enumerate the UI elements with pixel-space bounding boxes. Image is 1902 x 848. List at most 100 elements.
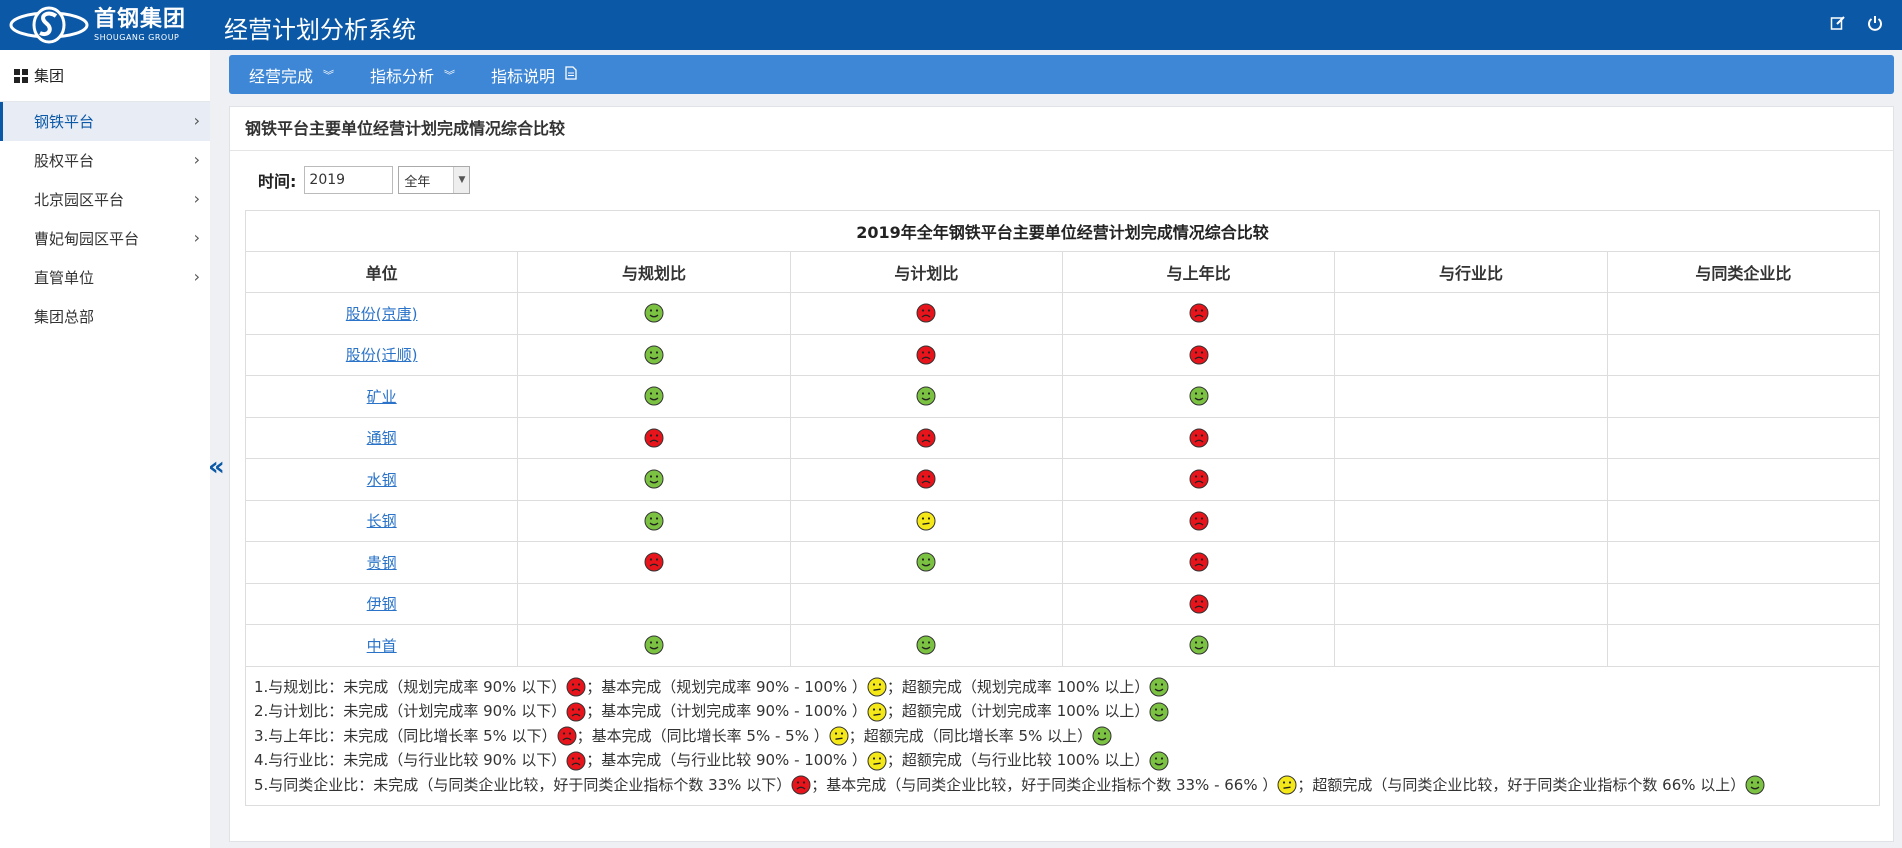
power-icon[interactable] (1865, 15, 1885, 35)
green-face-icon (1189, 635, 1209, 655)
sidebar-item-label: 直管单位 (34, 269, 95, 287)
column-header: 与上年比 (1061, 251, 1336, 293)
yellow-face-icon (867, 677, 887, 697)
collapse-sidebar-icon[interactable]: « (208, 454, 230, 482)
status-cell (789, 416, 1063, 459)
sidebar-item[interactable]: 集团总部 (0, 297, 210, 336)
green-face-icon (916, 386, 936, 406)
status-cell (1606, 582, 1881, 625)
status-cell (517, 499, 791, 542)
green-face-icon (916, 552, 936, 572)
green-face-icon (916, 635, 936, 655)
legend-text: ；基本完成（与行业比较 90% - 100% ） (586, 751, 867, 769)
status-cell (517, 333, 791, 376)
legend-line: 1.与规划比：未完成（规划完成率 90% 以下） ；基本完成（规划完成率 90% … (254, 675, 1879, 700)
column-header: 与行业比 (1334, 251, 1608, 293)
sidebar-item[interactable]: 股权平台 › (0, 141, 210, 180)
red-face-icon (916, 345, 936, 365)
table-caption: 2019年全年钢铁平台主要单位经营计划完成情况综合比较 (245, 210, 1880, 252)
unit-link[interactable]: 长钢 (367, 512, 397, 530)
unit-cell: 股份(京唐) (244, 292, 519, 335)
yellow-face-icon (916, 511, 936, 531)
sidebar-item[interactable]: 北京园区平台 › (0, 180, 210, 219)
unit-cell: 水钢 (244, 458, 519, 501)
sidebar-group-label: 集团 (34, 67, 65, 85)
top-nav: 经营完成 ︾ 指标分析 ︾ 指标说明 (229, 55, 1894, 94)
red-face-icon (1189, 552, 1209, 572)
status-cell (1061, 333, 1336, 376)
unit-link[interactable]: 通钢 (367, 429, 397, 447)
table-row: 长钢 (244, 499, 1881, 542)
red-face-icon (916, 303, 936, 323)
column-header: 与计划比 (789, 251, 1063, 293)
main-panel: 钢铁平台主要单位经营计划完成情况综合比较 时间: 全年 ▼ 2019年全年钢铁平… (229, 106, 1894, 842)
legend-text: 5.与同类企业比：未完成（与同类企业比较，好于同类企业指标个数 33% 以下） (254, 775, 792, 794)
table-row: 伊钢 (244, 582, 1881, 625)
year-input[interactable] (304, 166, 394, 194)
unit-link[interactable]: 中首 (367, 637, 397, 655)
legend-row: 1.与规划比：未完成（规划完成率 90% 以下） ；基本完成（规划完成率 90% … (245, 665, 1880, 806)
status-cell (1606, 416, 1881, 459)
chevron-right-icon: › (193, 267, 200, 286)
legend-text: 1.与规划比：未完成（规划完成率 90% 以下） (254, 677, 567, 696)
status-cell (1606, 624, 1881, 667)
green-face-icon (644, 345, 664, 365)
unit-link[interactable]: 股份(迁顺) (346, 346, 418, 364)
sidebar-item-label: 钢铁平台 (34, 113, 95, 131)
green-face-icon (1149, 677, 1169, 697)
sidebar-item[interactable]: 直管单位 › (0, 258, 210, 297)
green-face-icon (1149, 702, 1169, 721)
status-cell (1061, 582, 1336, 625)
status-cell (1334, 292, 1608, 335)
chevron-down-icon: ▼ (453, 167, 470, 193)
green-face-icon (1745, 775, 1765, 795)
edit-icon[interactable] (1828, 15, 1848, 35)
unit-link[interactable]: 股份(京唐) (346, 305, 418, 323)
red-face-icon (1189, 511, 1209, 531)
period-select[interactable]: 全年 ▼ (398, 166, 471, 194)
panel-title: 钢铁平台主要单位经营计划完成情况综合比较 (230, 107, 1893, 151)
nav-item[interactable]: 指标分析 ︾ (370, 63, 455, 87)
red-face-icon (644, 552, 664, 572)
status-cell (789, 624, 1063, 667)
yellow-face-icon (867, 751, 887, 770)
legend-text: ；超额完成（规划完成率 100% 以上） (886, 677, 1150, 696)
red-face-icon (566, 702, 586, 721)
grid-icon (14, 68, 28, 83)
column-header: 单位 (244, 251, 519, 293)
legend-text: 3.与上年比：未完成（同比增长率 5% 以下） (254, 726, 557, 745)
yellow-face-icon (829, 726, 849, 746)
status-cell (1606, 292, 1881, 335)
unit-link[interactable]: 水钢 (367, 471, 397, 489)
sidebar-item-label: 曹妃甸园区平台 (34, 230, 140, 248)
nav-item[interactable]: 指标说明 (491, 63, 577, 87)
app-header: 首钢集团 SHOUGANG GROUP 经营计划分析系统 (0, 0, 1902, 50)
legend-text: ；超额完成（与行业比较 100% 以上） (886, 751, 1150, 769)
sidebar-item-label: 集团总部 (34, 308, 95, 326)
status-cell (1061, 416, 1336, 459)
status-cell (789, 333, 1063, 376)
nav-item-label: 指标说明 (491, 66, 556, 86)
nav-item[interactable]: 经营完成 ︾ (249, 63, 334, 87)
unit-link[interactable]: 贵钢 (367, 554, 397, 572)
unit-link[interactable]: 伊钢 (367, 595, 397, 613)
legend-text: ；超额完成（与同类企业比较，好于同类企业指标个数 66% 以上） (1297, 775, 1746, 794)
status-cell (1061, 458, 1336, 501)
sidebar-group-header[interactable]: 集团 (0, 50, 210, 102)
logo-subtext: SHOUGANG GROUP (94, 32, 180, 42)
sidebar-item-label: 北京园区平台 (34, 191, 125, 209)
status-cell (789, 292, 1063, 335)
yellow-face-icon (1277, 775, 1297, 795)
red-face-icon (1189, 428, 1209, 448)
sidebar-item[interactable]: 钢铁平台 › (0, 102, 210, 141)
status-cell (1334, 582, 1608, 625)
unit-link[interactable]: 矿业 (367, 388, 397, 406)
period-select-value: 全年 (404, 174, 431, 190)
sidebar-item[interactable]: 曹妃甸园区平台 › (0, 219, 210, 258)
comparison-table-wrap: 2019年全年钢铁平台主要单位经营计划完成情况综合比较 单位 与规划比 与计划比 与上… (244, 210, 1881, 806)
unit-cell: 中首 (244, 624, 519, 667)
status-cell (1334, 458, 1608, 501)
status-cell (517, 416, 791, 459)
unit-cell: 矿业 (244, 375, 519, 418)
legend: 1.与规划比：未完成（规划完成率 90% 以下） ；基本完成（规划完成率 90% … (245, 665, 1880, 806)
